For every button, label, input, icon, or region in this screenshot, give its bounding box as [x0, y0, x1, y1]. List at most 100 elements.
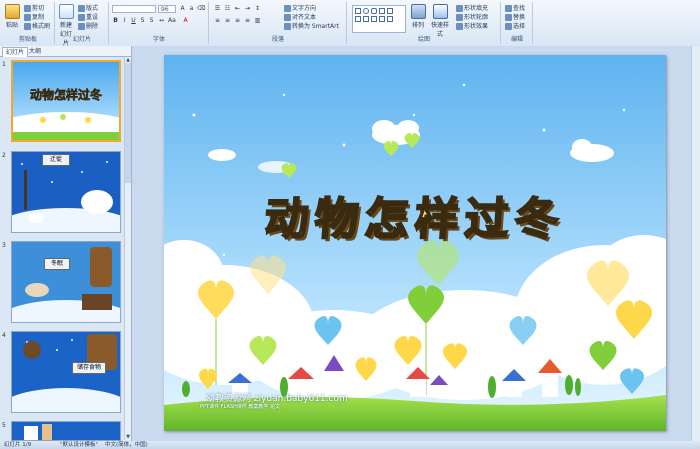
format-painter-button[interactable]: 格式刷	[24, 21, 50, 30]
align-text-label: 对齐文本	[292, 14, 317, 21]
copy-button[interactable]: 复制	[24, 12, 44, 21]
slide-thumbnail-3[interactable]: 冬眠	[11, 241, 121, 323]
shape-outline-button[interactable]: 形状轮廓	[456, 12, 488, 21]
fill-icon	[456, 5, 463, 12]
font-color-icon[interactable]: A	[182, 17, 189, 24]
reset-icon	[78, 14, 85, 21]
align-center-icon[interactable]: ≡	[224, 17, 231, 24]
slide-title[interactable]: 动物怎样过冬	[164, 183, 666, 247]
slide-number: 2	[2, 152, 6, 159]
underline-icon[interactable]: U	[130, 17, 137, 24]
find-button[interactable]: 查找	[505, 3, 525, 12]
font-group-label: 字体	[152, 36, 165, 43]
font-group: 96 A a ⌫ B I U S S ↔ Aa A 字体	[110, 2, 209, 44]
layout-button[interactable]: 版式	[78, 3, 98, 12]
shapes-gallery[interactable]	[352, 5, 406, 33]
binoculars-icon	[505, 5, 512, 12]
italic-icon[interactable]: I	[121, 17, 128, 24]
shape-effects-button[interactable]: 形状效果	[456, 21, 488, 30]
slide-number: 1	[2, 61, 6, 68]
current-slide[interactable]: 动物怎样过冬 幼教资源网 ziyuan.baby611.com PPT课件 FL…	[164, 55, 666, 431]
replace-button[interactable]: 替换	[505, 12, 525, 21]
canvas-scrollbar[interactable]	[691, 46, 700, 441]
outline-icon	[456, 14, 463, 21]
strikethrough-icon[interactable]: S	[139, 17, 146, 24]
spacing-icon[interactable]: ↔	[158, 17, 165, 24]
slide-canvas: 动物怎样过冬 幼教资源网 ziyuan.baby611.com PPT课件 FL…	[132, 46, 700, 441]
bold-icon[interactable]: B	[112, 17, 119, 24]
slides-group-label: 幻灯片	[72, 36, 91, 43]
rectangle-shape-icon[interactable]	[355, 8, 361, 14]
smartart-icon	[284, 23, 291, 30]
align-text-button[interactable]: 对齐文本	[284, 12, 316, 21]
bullets-icon[interactable]: ☰	[214, 5, 221, 12]
scroll-down-icon[interactable]: ▼	[125, 434, 131, 440]
shrink-font-icon[interactable]: a	[188, 5, 195, 12]
quick-styles-button[interactable]: 快速样式	[430, 4, 450, 38]
slide-thumbnail-5[interactable]	[11, 421, 121, 441]
slide-thumbnail-1[interactable]: 动物怎样过冬	[11, 60, 121, 142]
clear-format-icon[interactable]: ⌫	[197, 5, 205, 12]
increase-indent-icon[interactable]: ⇥	[244, 5, 251, 12]
drawing-group-label: 绘图	[417, 36, 430, 43]
line-shape-icon[interactable]	[379, 8, 385, 14]
align-right-icon[interactable]: ≡	[234, 17, 241, 24]
slide-number: 5	[2, 422, 6, 429]
copy-icon	[24, 14, 31, 21]
shape-fill-label: 形状填充	[464, 5, 489, 12]
copy-label: 复制	[32, 14, 45, 21]
slides-pane: 幻灯片 大纲 1 动物怎样过冬 2 迁徙 3 冬眠 4 储存食物 5 ▲ ▼	[0, 46, 132, 441]
delete-slide-button[interactable]: 删除	[78, 21, 98, 30]
slide-2-label: 迁徙	[42, 154, 70, 166]
arrow-shape-icon[interactable]	[387, 8, 393, 14]
rounded-rect-shape-icon[interactable]	[371, 8, 377, 14]
shape-fill-button[interactable]: 形状填充	[456, 3, 488, 12]
justify-icon[interactable]: ≡	[244, 17, 251, 24]
columns-icon[interactable]: ▥	[254, 17, 261, 24]
arrange-button[interactable]: 排列	[410, 4, 426, 29]
decrease-indent-icon[interactable]: ⇤	[234, 5, 241, 12]
replace-icon	[505, 14, 512, 21]
shadow-icon[interactable]: S	[148, 17, 155, 24]
slide-5-preview	[12, 422, 120, 440]
slide-counter: 幻灯片 1/9	[4, 442, 32, 448]
curve-shape-icon[interactable]	[387, 16, 393, 22]
slide-thumbnail-4[interactable]: 储存食物	[11, 331, 121, 413]
triangle-shape-icon[interactable]	[355, 16, 361, 22]
editing-group-label: 编辑	[510, 36, 523, 43]
layout-icon	[78, 5, 85, 12]
line-spacing-icon[interactable]: ↕	[254, 5, 261, 12]
arrange-label: 排列	[411, 22, 424, 29]
reset-button[interactable]: 重设	[78, 12, 98, 21]
text-direction-button[interactable]: 文字方向	[284, 3, 316, 12]
language-indicator[interactable]: 中文(简体，中国)	[105, 441, 148, 449]
pane-scrollbar[interactable]: ▲ ▼	[124, 57, 131, 440]
font-name-select[interactable]	[112, 5, 156, 13]
cut-button[interactable]: 剪切	[24, 3, 44, 12]
oval-shape-icon[interactable]	[363, 8, 369, 14]
text-direction-icon	[284, 5, 291, 12]
scroll-thumb[interactable]	[125, 63, 131, 183]
grow-font-icon[interactable]: A	[179, 5, 186, 12]
drawing-group: 排列 快速样式 形状填充 形状轮廓 形状效果 绘图	[348, 2, 501, 44]
smartart-button[interactable]: 转换为 SmartArt	[284, 21, 339, 30]
paragraph-group-label: 段落	[271, 36, 284, 43]
tab-slides[interactable]: 幻灯片	[2, 47, 29, 57]
align-left-icon[interactable]: ≡	[214, 17, 221, 24]
font-size-select[interactable]: 96	[158, 5, 176, 13]
slides-group: 新建 幻灯片 版式 重设 删除 幻灯片	[56, 2, 109, 47]
cut-label: 剪切	[32, 5, 45, 12]
change-case-icon[interactable]: Aa	[168, 17, 176, 24]
tab-outline[interactable]: 大纲	[26, 47, 44, 56]
slide-thumbnail-2[interactable]: 迁徙	[11, 151, 121, 233]
callout-shape-icon[interactable]	[379, 16, 385, 22]
paste-button[interactable]: 粘贴	[4, 4, 20, 29]
select-button[interactable]: 选择	[505, 21, 525, 30]
slide-number: 4	[2, 332, 6, 339]
scissors-icon	[24, 5, 31, 12]
slide-number: 3	[2, 242, 6, 249]
star-shape-icon[interactable]	[363, 16, 369, 22]
smartart-label: 转换为 SmartArt	[292, 23, 339, 30]
numbering-icon[interactable]: ☷	[224, 5, 231, 12]
brace-shape-icon[interactable]	[371, 16, 377, 22]
